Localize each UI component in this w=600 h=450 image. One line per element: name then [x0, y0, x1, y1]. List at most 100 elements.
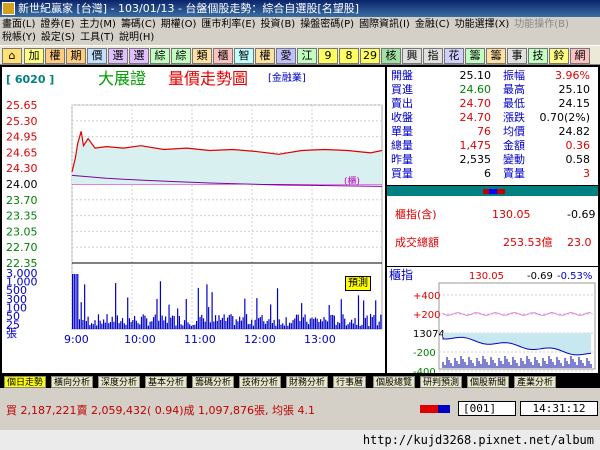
volume-bar [325, 319, 327, 329]
toolbar-button[interactable]: 鈴 [549, 48, 569, 64]
toolbar-button[interactable]: 權 [255, 48, 275, 64]
menu-item[interactable]: 證券(E) [40, 19, 74, 30]
volume-bar [326, 321, 329, 329]
toolbar-button[interactable]: 價 [87, 48, 107, 64]
toolbar-button[interactable]: 29 [360, 48, 380, 64]
toolbar-button[interactable]: 智 [234, 48, 254, 64]
volume-bar [273, 319, 275, 329]
volume-bar [194, 324, 196, 329]
volume-bar [163, 320, 165, 329]
volume-bar [354, 318, 356, 329]
tab-analysis[interactable]: 研判預測 [420, 376, 463, 388]
tab-analysis[interactable]: 財務分析 [286, 376, 329, 388]
volume-bar [132, 320, 134, 329]
volume-bar [123, 323, 125, 329]
menu-item[interactable]: 工具(T) [80, 32, 114, 43]
volume-bar [371, 316, 373, 329]
volume-bar [166, 322, 168, 329]
menu-item[interactable]: 功能選擇(X) [455, 19, 510, 30]
volume-bar [108, 323, 110, 329]
volume-bar [338, 323, 341, 329]
menu-item[interactable]: 國際資訊(I) [359, 19, 410, 30]
turnover-extra: 23.0 [567, 236, 592, 249]
menu-item[interactable]: 主力(M) [80, 19, 116, 30]
menu-item[interactable]: 匯市利率(E) [201, 19, 255, 30]
toolbar-button[interactable]: 籌 [465, 48, 485, 64]
menu-item[interactable]: 金融(C) [415, 19, 450, 30]
toolbar-button[interactable]: 籌 [486, 48, 506, 64]
toolbar-button[interactable]: 核 [381, 48, 401, 64]
volume-bar [323, 317, 325, 329]
toolbar-button[interactable]: 權 [45, 48, 65, 64]
index-mini-chart: +400 +200 13074 -200 -400 [413, 282, 596, 373]
toolbar-button[interactable]: 花 [444, 48, 464, 64]
toolbar-button[interactable]: 綜 [150, 48, 170, 64]
volume-bar [289, 322, 291, 329]
tab-analysis[interactable]: 技術分析 [239, 376, 282, 388]
tab-analysis[interactable]: 個股總覽 [373, 376, 416, 388]
toolbar-button[interactable]: 9 [318, 48, 338, 64]
volume-bar [268, 319, 270, 329]
toolbar-button[interactable]: 選 [129, 48, 149, 64]
index-tick-label: +400 [413, 291, 440, 302]
tab-analysis[interactable]: 深度分析 [98, 376, 141, 388]
toolbar-button[interactable]: 事 [507, 48, 527, 64]
volume-bar [116, 315, 118, 329]
menu-item[interactable]: 稅帳(Y) [2, 32, 36, 43]
menu-item[interactable]: 畫面(L) [2, 19, 35, 30]
volume-bar [294, 318, 296, 329]
volume-bar [271, 322, 273, 329]
menu-item[interactable]: 操盤密碼(P) [300, 19, 354, 30]
toolbar-button[interactable]: 櫃 [213, 48, 233, 64]
toolbar-button[interactable]: 期 [66, 48, 86, 64]
tab-analysis[interactable]: 個股新聞 [467, 376, 510, 388]
toolbar-button[interactable]: 綜 [171, 48, 191, 64]
toolbar-button[interactable]: 江 [297, 48, 317, 64]
forecast-label[interactable]: 預測 [345, 276, 371, 291]
volume-bar [357, 295, 360, 329]
tab-analysis[interactable]: 行事曆 [333, 376, 367, 388]
volume-bar [280, 324, 282, 329]
index-tick-label: -400 [413, 367, 436, 373]
toolbar-button[interactable]: 加 [24, 48, 44, 64]
toolbar-button[interactable]: 網 [570, 48, 590, 64]
volume-bar [152, 317, 155, 329]
tab-analysis[interactable]: 個日走勢 [4, 376, 47, 388]
tab-analysis[interactable]: 橫向分析 [51, 376, 94, 388]
quote-value: 24.70 [459, 111, 492, 124]
quote-value: 3 [583, 167, 590, 180]
menu-item[interactable]: 設定(S) [41, 32, 75, 43]
volume-bar [314, 317, 317, 329]
menu-item[interactable]: 期權(O) [161, 19, 197, 30]
menu-item[interactable]: 投資(B) [261, 19, 296, 30]
volume-bar [151, 321, 153, 329]
menu-item[interactable]: 籌碼(C) [121, 19, 156, 30]
quote-label: 開盤 [391, 69, 413, 82]
watermark-bar: http://kujd3268.pixnet.net/album [0, 430, 600, 450]
volume-bar [142, 314, 144, 329]
summary-panel: 櫃指(含) 130.05 -0.69 成交總額 253.53億 23.0 [387, 186, 598, 266]
volume-bar [345, 325, 348, 329]
index-tick-label: 13074 [413, 329, 445, 340]
tab-analysis[interactable]: 籌碼分析 [192, 376, 235, 388]
volume-bar [118, 323, 120, 329]
toolbar-button[interactable]: 類 [192, 48, 212, 64]
volume-bar [211, 292, 213, 329]
home-icon[interactable]: ⌂ [2, 48, 22, 64]
volume-bar [135, 320, 137, 329]
toolbar-button[interactable]: 技 [528, 48, 548, 64]
menu-item[interactable]: 說明(H) [119, 32, 154, 43]
toolbar-button[interactable]: 興 [402, 48, 422, 64]
turnover-label: 成交總額 [395, 236, 439, 249]
x-tick-label: 12:00 [244, 333, 276, 346]
volume-bar [120, 321, 122, 329]
quote-label: 最高 [503, 83, 525, 96]
toolbar-button[interactable]: 8 [339, 48, 359, 64]
tab-analysis[interactable]: 基本分析 [145, 376, 188, 388]
toolbar-button[interactable]: 指 [423, 48, 443, 64]
tab-analysis[interactable]: 產業分析 [514, 376, 557, 388]
code-field[interactable]: [001] [458, 401, 516, 416]
toolbar-button[interactable]: 選 [108, 48, 128, 64]
volume-bar [251, 319, 253, 329]
toolbar-button[interactable]: 愛 [276, 48, 296, 64]
